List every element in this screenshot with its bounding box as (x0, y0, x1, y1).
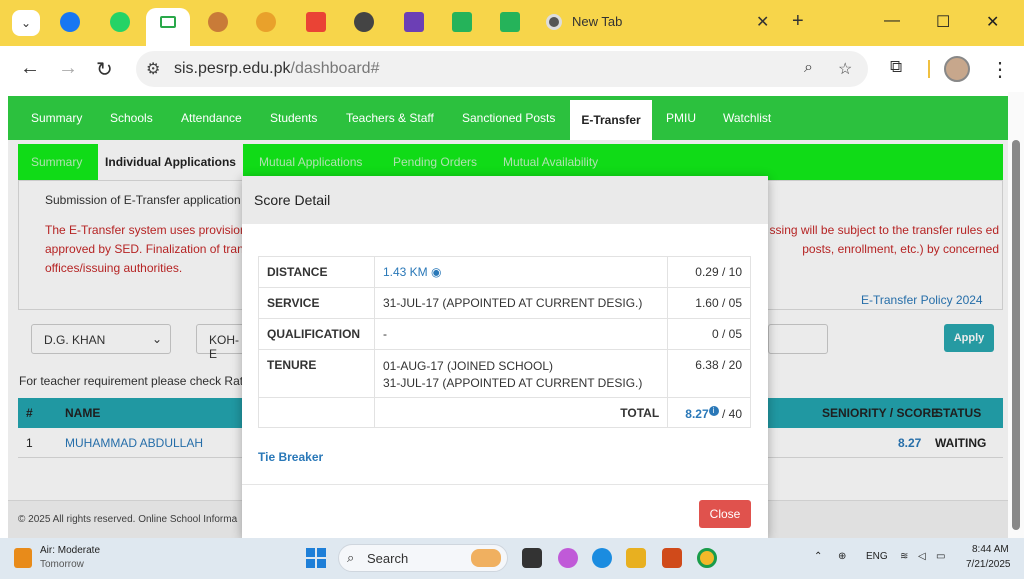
edge-icon[interactable] (592, 548, 612, 568)
active-tab[interactable] (146, 8, 190, 46)
total-label: TOTAL (373, 397, 669, 428)
nav-schools[interactable]: Schools (110, 111, 153, 125)
tab-title[interactable]: New Tab (572, 14, 622, 29)
show-hidden-icons[interactable]: ⌃ (814, 551, 822, 562)
file-explorer-icon[interactable] (626, 548, 646, 568)
search-tab-icon[interactable] (256, 12, 276, 32)
browser-tab-strip: ⌄ New Tab ✕ + — ☐ ✕ (0, 0, 1024, 46)
modal-title: Score Detail (254, 192, 331, 208)
distance-label: DISTANCE (258, 256, 375, 288)
sis-site-icon (160, 16, 176, 28)
tenure-value-2: 31-JUL-17 (APPOINTED AT CURRENT DESIG.) (382, 376, 643, 390)
network-status-icon[interactable]: ⊕ (838, 551, 846, 562)
zoom-icon[interactable]: ⌕ (804, 59, 813, 77)
facebook-tab-icon[interactable] (60, 12, 80, 32)
score-row-qualification: QUALIFICATION - 0 / 05 (258, 318, 751, 350)
forward-icon[interactable]: → (58, 57, 78, 80)
nav-students[interactable]: Students (270, 111, 317, 125)
tab-search-button[interactable]: ⌄ (12, 10, 40, 36)
weather-subtext: Tomorrow (40, 559, 84, 570)
doc-tab-icon[interactable] (452, 12, 472, 32)
reload-icon[interactable]: ↻ (96, 57, 113, 82)
qualification-points: 0 / 05 (667, 318, 751, 350)
nav-summary[interactable]: Summary (31, 111, 82, 125)
chrome-taskbar-icon[interactable] (697, 548, 717, 568)
close-tab-icon[interactable]: ✕ (756, 12, 769, 32)
app-icon[interactable] (662, 548, 682, 568)
nav-pmiu[interactable]: PMIU (666, 111, 696, 125)
weather-icon[interactable] (14, 548, 32, 568)
nav-e-transfer[interactable]: E-Transfer (570, 100, 652, 140)
total-max: / 40 (721, 407, 742, 421)
bookmark-star-icon[interactable]: ☆ (838, 59, 852, 79)
nav-watchlist[interactable]: Watchlist (723, 111, 771, 125)
wifi-icon[interactable]: ≋ (900, 551, 908, 562)
nav-sanctioned-posts[interactable]: Sanctioned Posts (462, 111, 555, 125)
search-label: Search (367, 551, 409, 566)
tab-icon[interactable] (208, 12, 228, 32)
nav-attendance[interactable]: Attendance (181, 111, 242, 125)
search-highlight-icon (471, 549, 501, 567)
score-row-service: SERVICE 31-JUL-17 (APPOINTED AT CURRENT … (258, 287, 751, 319)
eye-icon[interactable]: ◉ (431, 265, 441, 279)
close-button[interactable]: Close (699, 500, 751, 528)
url-text[interactable]: sis.pesrp.edu.pk/dashboard# (174, 60, 379, 78)
back-icon[interactable]: ← (20, 57, 40, 80)
service-value: 31-JUL-17 (APPOINTED AT CURRENT DESIG.) (373, 287, 669, 319)
total-value: 8.27 (685, 407, 709, 421)
extensions-icon[interactable]: ⧉ (890, 57, 902, 77)
service-points: 1.60 / 05 (667, 287, 751, 319)
score-detail-modal: Score Detail DISTANCE 1.43 KM ◉ 0.29 / 1… (242, 176, 768, 538)
window-close-icon[interactable]: ✕ (986, 12, 999, 32)
search-icon: ⌕ (347, 550, 355, 565)
qualification-value: - (373, 318, 669, 350)
browser-toolbar: ← → ↻ ⚙ sis.pesrp.edu.pk/dashboard# ⌕ ☆ … (0, 46, 1024, 92)
battery-icon[interactable]: ▭ (936, 551, 945, 562)
score-row-total: TOTAL 8.27 i / 40 (258, 397, 751, 428)
modal-header: Score Detail (242, 176, 768, 224)
clock-date[interactable]: 7/21/2025 (966, 559, 1011, 570)
clock-time[interactable]: 8:44 AM (972, 544, 1009, 555)
nav-teachers-staff[interactable]: Teachers & Staff (346, 111, 434, 125)
windows-start-icon[interactable] (306, 548, 326, 568)
tie-breaker-link[interactable]: Tie Breaker (258, 450, 323, 464)
globe-tab-icon[interactable] (354, 12, 374, 32)
tenure-value-1: 01-AUG-17 (JOINED SCHOOL) (382, 359, 554, 373)
site-top-nav: Summary Schools Attendance Students Teac… (8, 96, 1008, 140)
profile-avatar[interactable] (944, 56, 970, 82)
site-settings-icon[interactable]: ⚙ (146, 59, 160, 79)
volume-icon[interactable]: ◁ (918, 551, 926, 562)
gmail-tab-icon[interactable] (306, 12, 326, 32)
doc-tab-icon-2[interactable] (500, 12, 520, 32)
service-label: SERVICE (258, 287, 375, 319)
copilot-icon[interactable] (558, 548, 578, 568)
score-row-distance: DISTANCE 1.43 KM ◉ 0.29 / 10 (258, 256, 751, 288)
qualification-label: QUALIFICATION (258, 318, 375, 350)
whatsapp-tab-icon[interactable] (110, 12, 130, 32)
score-row-tenure: TENURE 01-AUG-17 (JOINED SCHOOL) 31-JUL-… (258, 349, 751, 398)
score-table: DISTANCE 1.43 KM ◉ 0.29 / 10 SERVICE 31-… (258, 256, 751, 428)
list-tab-icon[interactable] (404, 12, 424, 32)
windows-taskbar: Air: Moderate Tomorrow ⌕ Search ⌃ ⊕ ENG … (0, 538, 1024, 579)
language-indicator[interactable]: ENG (866, 551, 888, 562)
modal-footer-divider (242, 484, 768, 485)
minimize-icon[interactable]: — (884, 12, 900, 30)
maximize-icon[interactable]: ☐ (936, 12, 950, 32)
chrome-icon (546, 14, 562, 30)
menu-dots-icon[interactable]: ⋮ (990, 57, 1010, 82)
address-bar[interactable]: ⚙ sis.pesrp.edu.pk/dashboard# ⌕ ☆ (136, 51, 868, 87)
distance-points: 0.29 / 10 (667, 256, 751, 288)
distance-value[interactable]: 1.43 KM (383, 265, 428, 279)
new-tab-icon[interactable]: + (792, 10, 804, 33)
tenure-label: TENURE (258, 349, 375, 398)
tenure-points: 6.38 / 20 (667, 349, 751, 398)
weather-status[interactable]: Air: Moderate (40, 545, 100, 556)
page-scrollbar[interactable] (1008, 92, 1024, 538)
scroll-thumb[interactable] (1012, 140, 1020, 530)
toolbar-divider (928, 60, 930, 78)
info-icon[interactable]: i (708, 406, 719, 416)
taskbar-search[interactable]: ⌕ Search (338, 544, 508, 572)
task-view-icon[interactable] (522, 548, 542, 568)
